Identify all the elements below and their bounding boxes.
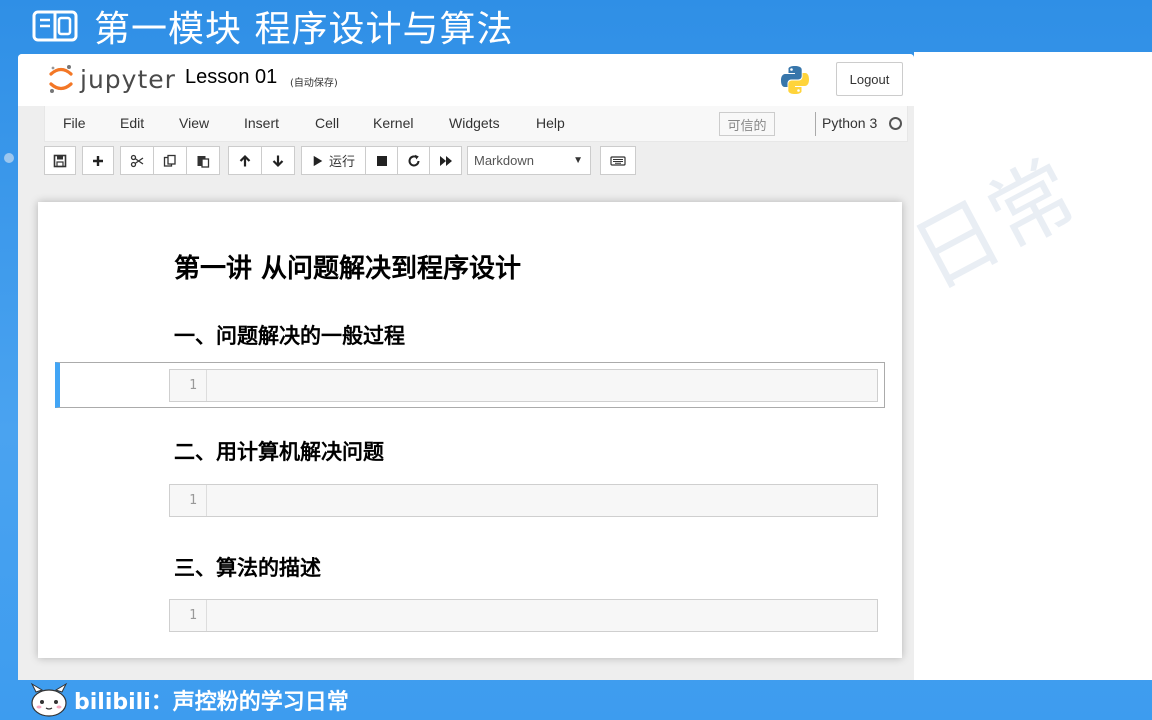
cell-type-value: Markdown: [474, 153, 534, 168]
refresh-icon: [408, 154, 419, 166]
cut-button[interactable]: [120, 146, 154, 175]
jupyter-logo-text[interactable]: jupyter: [80, 65, 176, 94]
run-label: 运行: [328, 155, 355, 170]
caret-down-icon: ▼: [573, 155, 583, 166]
menubar: File Edit View Insert Cell Kernel Widget…: [44, 106, 908, 142]
copy-icon: [163, 154, 176, 167]
cell-type-select[interactable]: Markdown ▼: [467, 146, 591, 175]
line-number: 1: [170, 370, 207, 401]
notebook-name[interactable]: Lesson 01: [185, 66, 277, 89]
section-heading-2: 二、用计算机解决问题: [174, 440, 384, 464]
section-heading-3: 三、算法的描述: [174, 556, 321, 580]
copy-button[interactable]: [153, 146, 187, 175]
book-icon: [32, 10, 78, 42]
arrow-up-icon: [239, 154, 251, 166]
menu-view[interactable]: View: [179, 115, 209, 131]
run-button[interactable]: 运行: [301, 146, 366, 175]
interrupt-button[interactable]: [365, 146, 398, 175]
fast-forward-icon: [439, 155, 452, 166]
move-up-button[interactable]: [228, 146, 262, 175]
move-down-button[interactable]: [261, 146, 295, 175]
trusted-indicator[interactable]: 可信的: [719, 112, 775, 136]
footer-text: bilibili：声控粉的学习日常: [74, 690, 349, 715]
code-cell-2[interactable]: 1: [169, 484, 878, 517]
footer-banner: bilibili：声控粉的学习日常: [0, 680, 1152, 720]
menu-cell[interactable]: Cell: [315, 115, 339, 131]
left-dot: [4, 153, 14, 163]
play-icon: [313, 155, 323, 166]
toolbar: 运行 Markdown ▼: [18, 142, 914, 180]
logout-button[interactable]: Logout: [836, 62, 903, 96]
menu-file[interactable]: File: [63, 115, 86, 131]
restart-run-all-button[interactable]: [429, 146, 462, 175]
notebook-header: jupyter Lesson 01 (自动保存) Logout: [18, 54, 914, 106]
top-banner: 第一模块 程序设计与算法: [0, 0, 1152, 52]
bilibili-mascot-icon: [30, 682, 68, 717]
line-number: 1: [170, 600, 207, 631]
python-logo-icon: [781, 66, 809, 94]
jupyter-window: jupyter Lesson 01 (自动保存) Logout File Edi…: [18, 54, 914, 680]
kernel-idle-icon: [889, 117, 902, 130]
menu-edit[interactable]: Edit: [120, 115, 144, 131]
paste-icon: [197, 155, 210, 168]
menu-kernel[interactable]: Kernel: [373, 115, 413, 131]
autosave-status: (自动保存): [290, 78, 338, 89]
notebook-page: 第一讲 从问题解决到程序设计 一、问题解决的一般过程 1 二、用计算机解决问题 …: [38, 202, 902, 658]
arrow-down-icon: [272, 155, 284, 167]
keyboard-icon: [610, 155, 626, 166]
stop-icon: [376, 155, 387, 166]
jupyter-logo-icon[interactable]: [48, 63, 74, 95]
banner-title: 第一模块 程序设计与算法: [94, 9, 514, 50]
section-heading-1: 一、问题解决的一般过程: [174, 324, 405, 348]
restart-button[interactable]: [397, 146, 430, 175]
code-cell-1[interactable]: 1: [169, 369, 878, 402]
menu-help[interactable]: Help: [536, 115, 565, 131]
kernel-name[interactable]: Python 3: [822, 115, 877, 131]
insert-cell-button[interactable]: [82, 146, 114, 175]
line-number: 1: [170, 485, 207, 516]
code-cell-3[interactable]: 1: [169, 599, 878, 632]
scissors-icon: [130, 154, 144, 167]
paste-button[interactable]: [186, 146, 220, 175]
command-palette-button[interactable]: [600, 146, 636, 175]
save-icon: [53, 154, 67, 167]
menu-insert[interactable]: Insert: [244, 115, 279, 131]
kernel-separator: [815, 112, 816, 136]
plus-icon: [93, 155, 103, 166]
heading-lecture: 第一讲 从问题解决到程序设计: [174, 254, 522, 284]
menu-widgets[interactable]: Widgets: [449, 115, 500, 131]
save-button[interactable]: [44, 146, 76, 175]
